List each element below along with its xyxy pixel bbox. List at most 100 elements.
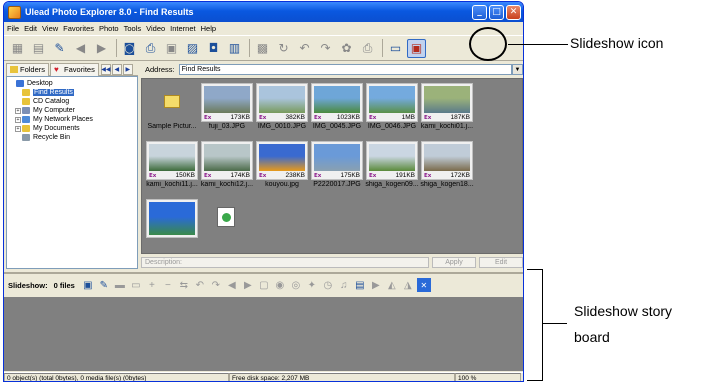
menu-help[interactable]: Help (201, 24, 216, 33)
close-button[interactable]: ✕ (506, 4, 521, 20)
move-right-icon[interactable]: ▶ (241, 278, 255, 292)
file-size: 172KB (450, 172, 470, 179)
effects-icon[interactable]: ✿ (337, 39, 356, 58)
toolbar-separator (249, 39, 250, 57)
tree-item[interactable]: Desktop (9, 79, 137, 88)
rotate-right-icon[interactable]: ↷ (209, 278, 223, 292)
chevron-down-icon[interactable]: ▼ (512, 64, 523, 75)
menu-favorites[interactable]: Favorites (63, 24, 94, 33)
media-glyph-icon (222, 213, 231, 222)
edit-button[interactable]: Edit (479, 257, 523, 268)
menu-video[interactable]: Video (146, 24, 165, 33)
browse-icon[interactable]: ▤ (29, 39, 48, 58)
minimize-button[interactable]: _ (472, 4, 487, 20)
upload-icon[interactable]: ◮ (401, 278, 415, 292)
rotate-left-icon[interactable]: ↶ (295, 39, 314, 58)
acquire-icon[interactable]: ▣ (162, 39, 181, 58)
timing-icon[interactable]: ◷ (321, 278, 335, 292)
stitch-icon[interactable]: ▩ (253, 39, 272, 58)
exif-badge-icon: Ex (369, 115, 377, 121)
camera-icon[interactable]: ◙ (120, 39, 139, 58)
address-input[interactable]: Find Results (178, 64, 512, 75)
file-name: P2220017.JPG (313, 181, 361, 188)
convert-icon[interactable]: ◘ (204, 39, 223, 58)
menu-internet[interactable]: Internet (170, 24, 195, 33)
tree-item[interactable]: Find Results (9, 88, 137, 97)
preview-icon[interactable]: ▤ (353, 278, 367, 292)
thumbnail-view-icon[interactable]: ▦ (8, 39, 27, 58)
rotate-right-icon[interactable]: ↷ (316, 39, 335, 58)
print-icon[interactable]: ⎙ (358, 39, 377, 58)
description-field[interactable]: Description: (141, 257, 429, 268)
swap-icon[interactable]: ⇆ (177, 278, 191, 292)
tab-scroll-left-icon[interactable]: ◀◀ (100, 63, 111, 75)
export-icon[interactable]: ◭ (385, 278, 399, 292)
back-icon[interactable]: ◀ (71, 39, 90, 58)
forward-icon[interactable]: ▶ (92, 39, 111, 58)
folder-up-icon[interactable]: ✎ (50, 39, 69, 58)
thumbnail-image (146, 83, 198, 122)
apply-button[interactable]: Apply (432, 257, 476, 268)
file-name: Sample Pictur... (147, 123, 197, 130)
add-to-slideshow-icon[interactable]: ▣ (81, 278, 95, 292)
tab-folders[interactable]: Folders (6, 62, 50, 76)
exif-badge-icon: Ex (204, 173, 212, 179)
title-bar[interactable]: Ulead Photo Explorer 8.0 - Find Results … (4, 2, 523, 22)
monitor-icon[interactable]: ▭ (386, 39, 405, 58)
file-name: shiga_kogen18... (420, 181, 474, 188)
folder-tree[interactable]: Desktop Find Results CD Catalog + My Compute… (6, 76, 138, 269)
effect-icon[interactable]: ✦ (305, 278, 319, 292)
menu-tools[interactable]: Tools (124, 24, 142, 33)
close-icon[interactable]: ✕ (416, 278, 431, 292)
transition-icon[interactable]: ◎ (289, 278, 303, 292)
expander-icon[interactable]: + (15, 116, 21, 123)
thumbnail-grid[interactable]: Sample Pictur... Ex 173KB fuji_03.JPG Ex 382K… (141, 78, 523, 254)
music-icon[interactable]: ♫ (337, 278, 351, 292)
thumbnail-image: Ex 187KB (421, 83, 473, 122)
audio-icon[interactable]: ◉ (273, 278, 287, 292)
play-icon[interactable]: ▶ (369, 278, 383, 292)
menu-photo[interactable]: Photo (99, 24, 119, 33)
folder-icon (22, 134, 30, 141)
maximize-button[interactable]: □ (489, 4, 504, 20)
add-icon[interactable]: + (145, 278, 159, 292)
tree-item[interactable]: + My Network Places (9, 115, 137, 124)
scanner-icon[interactable]: ⎙ (141, 39, 160, 58)
folder-icon (16, 80, 24, 87)
tab-favorites[interactable]: ♥ Favorites (50, 62, 99, 76)
tree-item-label: My Network Places (33, 116, 93, 123)
rotate-icon[interactable]: ↻ (274, 39, 293, 58)
pane-tabs: Folders ♥ Favorites ◀◀ ◀ ▶ (6, 62, 138, 76)
address-bar: Address: Find Results ▼ (141, 63, 523, 76)
tab-scroll-next-icon[interactable]: ▶ (122, 63, 133, 75)
photo-preview (314, 86, 360, 113)
menu-view[interactable]: View (42, 24, 58, 33)
slideshow-storyboard[interactable] (4, 297, 523, 371)
text-icon[interactable]: ▢ (257, 278, 271, 292)
thumbnail-image (201, 199, 253, 238)
tree-item[interactable]: + My Documents (9, 124, 137, 133)
exif-badge-icon: Ex (204, 115, 212, 121)
file-name: shiga_kogen09... (365, 181, 419, 188)
tab-scroll-prev-icon[interactable]: ◀ (111, 63, 122, 75)
expander-icon[interactable]: + (15, 107, 21, 114)
status-objects: 0 object(s) (total 0bytes), 0 media file… (4, 373, 229, 381)
tree-item[interactable]: CD Catalog (9, 97, 137, 106)
tree-item[interactable]: + My Computer (9, 106, 137, 115)
menu-file[interactable]: File (7, 24, 19, 33)
remove-icon[interactable]: − (161, 278, 175, 292)
exif-badge-icon: Ex (149, 173, 157, 179)
save-as-icon[interactable]: ▭ (129, 278, 143, 292)
expander-icon[interactable]: + (15, 125, 21, 132)
save-project-icon[interactable]: ▬ (113, 278, 127, 292)
move-left-icon[interactable]: ◀ (225, 278, 239, 292)
menu-edit[interactable]: Edit (24, 24, 37, 33)
edit-photo-icon[interactable]: ▨ (183, 39, 202, 58)
exif-badge-icon: Ex (259, 173, 267, 179)
tree-item[interactable]: Recycle Bin (9, 133, 137, 142)
photo-preview (259, 144, 305, 171)
slideshow-icon[interactable]: ▣ (407, 38, 426, 58)
open-project-icon[interactable]: ✎ (97, 278, 111, 292)
rotate-left-icon[interactable]: ↶ (193, 278, 207, 292)
calendar-icon[interactable]: ▥ (225, 39, 244, 58)
